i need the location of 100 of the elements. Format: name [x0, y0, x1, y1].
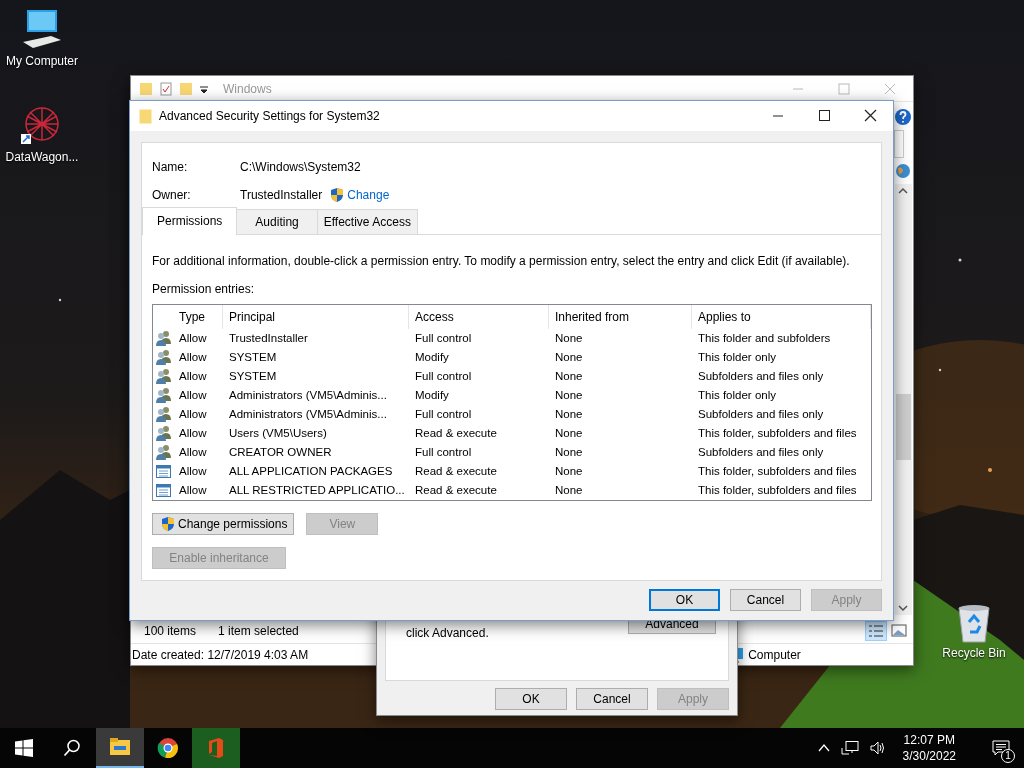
- users-icon: [154, 349, 172, 366]
- table-cell-text: Subfolders and files only: [697, 369, 825, 384]
- table-cell-text: Full control: [414, 407, 473, 422]
- notification-count: 1: [1001, 749, 1015, 763]
- column-header[interactable]: Type: [173, 305, 223, 329]
- table-cell-text: Allow: [178, 483, 208, 498]
- table-cell-text: Read & execute: [414, 464, 498, 479]
- column-header[interactable]: Applies to: [692, 305, 871, 329]
- globe-icon[interactable]: [895, 162, 911, 180]
- scrollbar[interactable]: [894, 184, 912, 615]
- table-cell-text: TrustedInstaller: [228, 331, 309, 346]
- tab[interactable]: Permissions: [142, 207, 238, 235]
- table-cell-text: None: [554, 331, 584, 346]
- table-cell-text: SYSTEM: [228, 350, 278, 365]
- window-title: Advanced Security Settings for System32: [159, 108, 380, 125]
- dialog-button[interactable]: OK: [649, 589, 720, 611]
- table-cell-text: Allow: [178, 369, 208, 384]
- shield-icon: [330, 187, 345, 203]
- field-value: C:\Windows\System32: [240, 159, 361, 176]
- table-cell-text: This folder, subfolders and files: [697, 483, 858, 498]
- search-icon[interactable]: [63, 739, 81, 757]
- table-cell-text: Subfolders and files only: [697, 445, 825, 460]
- table-cell-text: None: [554, 426, 584, 441]
- table-cell-text: ALL RESTRICTED APPLICATIO...: [228, 483, 406, 498]
- table-cell-text: None: [554, 350, 584, 365]
- dialog-button[interactable]: Cancel: [730, 589, 801, 611]
- users-icon: [154, 425, 172, 442]
- entry-button[interactable]: Change permissions: [152, 513, 295, 535]
- tab[interactable]: Effective Access: [316, 209, 418, 234]
- table-cell-text: Read & execute: [414, 483, 498, 498]
- details-text: Date created: 12/7/2019 4:03 AM: [132, 646, 309, 664]
- clock[interactable]: 12:07 PM 3/30/2022: [896, 732, 962, 764]
- folder-icon: [139, 108, 152, 124]
- table-cell-text: This folder, subfolders and files: [697, 426, 858, 441]
- folder-icon: [109, 736, 131, 758]
- table-cell-text: None: [554, 445, 584, 460]
- windows-start-icon[interactable]: [15, 739, 33, 757]
- details-view-icon[interactable]: [865, 621, 887, 641]
- search-field[interactable]: [894, 130, 904, 158]
- section-label: Permission entries:: [152, 281, 256, 298]
- table-cell-text: This folder, subfolders and files: [697, 464, 858, 479]
- help-icon[interactable]: [894, 108, 912, 126]
- status-text: 1 item selected: [218, 623, 299, 640]
- note-text: click Advanced.: [406, 625, 489, 642]
- column-header[interactable]: Principal: [223, 305, 409, 329]
- table-cell-text: SYSTEM: [228, 369, 278, 384]
- info-text: For additional information, double-click a permission entry. To modify a permission entry, select the entry and click Edit (if available).: [152, 253, 851, 270]
- users-icon: [154, 387, 172, 404]
- users-icon: [154, 406, 172, 423]
- table-cell-text: Allow: [178, 388, 208, 403]
- table-cell-text: Allow: [178, 350, 208, 365]
- table-cell-text: None: [554, 407, 584, 422]
- field-value: TrustedInstaller: [240, 187, 323, 204]
- table-cell-text: This folder only: [697, 350, 777, 365]
- users-icon: [154, 330, 172, 347]
- column-header[interactable]: Access: [409, 305, 549, 329]
- table-cell-text: None: [554, 369, 584, 384]
- users-icon: [154, 368, 172, 385]
- dialog-button[interactable]: OK: [495, 688, 567, 710]
- icon-label[interactable]: DataWagon...: [5, 148, 79, 166]
- table-cell-text: None: [554, 483, 584, 498]
- table-cell-text: CREATOR OWNER: [228, 445, 333, 460]
- icon-label[interactable]: My Computer: [6, 52, 78, 70]
- scroll-thumb[interactable]: [895, 394, 911, 460]
- table-cell-text: ALL APPLICATION PACKAGES: [228, 464, 394, 479]
- tab[interactable]: Auditing: [236, 209, 318, 234]
- table-cell-text: Allow: [178, 407, 208, 422]
- volume-icon[interactable]: [868, 740, 887, 756]
- window-title: Windows: [223, 80, 272, 98]
- table-cell-text: Full control: [414, 445, 473, 460]
- browser-icon: [157, 737, 179, 759]
- table-cell-text: This folder only: [697, 388, 777, 403]
- table-cell-text: Administrators (VM5\Adminis...: [228, 407, 388, 422]
- table-cell-text: Allow: [178, 445, 208, 460]
- table-cell-text: Users (VM5\Users): [228, 426, 328, 441]
- network-icon[interactable]: [840, 740, 859, 756]
- icon-label[interactable]: Recycle Bin: [942, 644, 1006, 662]
- table-cell-text: Allow: [178, 426, 208, 441]
- table-cell-text: Modify: [414, 388, 450, 403]
- table-cell-text: Full control: [414, 331, 473, 346]
- table-cell-text: Full control: [414, 369, 473, 384]
- table-cell-text: Allow: [178, 464, 208, 479]
- change-link[interactable]: Change: [347, 186, 390, 204]
- field-label: Name:: [152, 159, 189, 176]
- field-label: Owner:: [152, 187, 192, 204]
- properties-icon[interactable]: [159, 81, 173, 96]
- table-cell-text: This folder and subfolders: [697, 331, 832, 346]
- users-icon: [154, 444, 172, 461]
- column-header[interactable]: Inherited from: [549, 305, 692, 329]
- table-cell-text: Modify: [414, 350, 450, 365]
- taskbar-app[interactable]: [96, 728, 144, 768]
- table-cell-text: Read & execute: [414, 426, 498, 441]
- table-cell-text: None: [554, 464, 584, 479]
- status-text: 100 items: [144, 623, 197, 640]
- table-cell-text: Subfolders and files only: [697, 407, 825, 422]
- table-cell-text: None: [554, 388, 584, 403]
- dialog-button[interactable]: Cancel: [576, 688, 648, 710]
- location-text: Computer: [748, 646, 801, 664]
- table-cell-text: Allow: [178, 331, 208, 346]
- table-cell-text: Administrators (VM5\Adminis...: [228, 388, 388, 403]
